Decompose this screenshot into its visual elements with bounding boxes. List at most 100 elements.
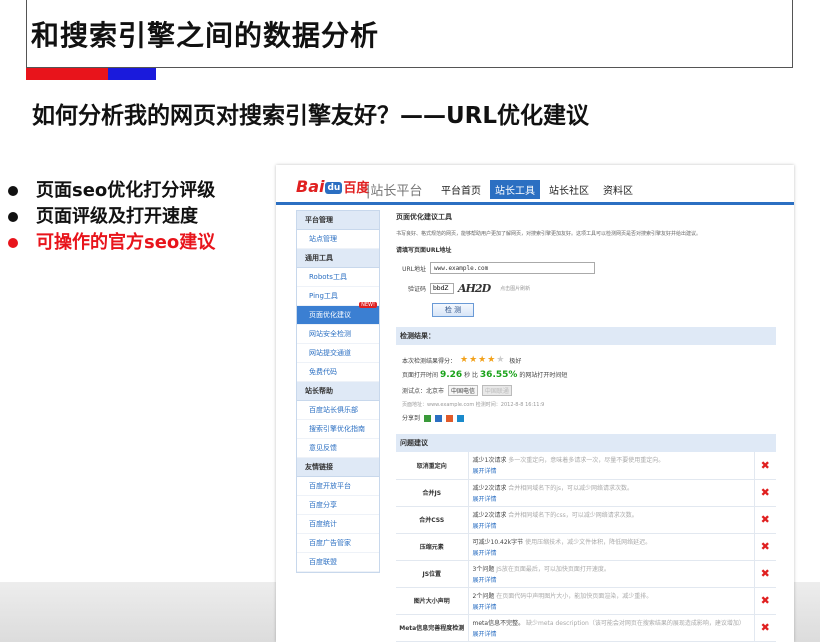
issue-summary: 可减少10.42k字节 xyxy=(472,538,524,546)
expand-details-link[interactable]: 展开详情 xyxy=(473,466,754,475)
error-x-icon: ✖ xyxy=(753,533,776,561)
bullet-list: 页面seo优化打分评级 页面评级及打开速度 可操作的官方seo建议 xyxy=(8,178,215,256)
expand-details-link[interactable]: 展开详情 xyxy=(473,629,754,638)
issue-description: 可减少10.42k字节 使用压缩技术，减少文件体积，降低网络延迟。展开详情 xyxy=(468,533,754,561)
nav-tools[interactable]: 站长工具 xyxy=(490,180,540,199)
nav-community[interactable]: 站长社区 xyxy=(544,180,594,199)
url-label: URL地址 xyxy=(402,265,426,273)
sidebar-item[interactable]: 网站提交通道 xyxy=(297,344,379,363)
sidebar-item[interactable]: 百度统计 xyxy=(297,515,379,534)
baidu-header: Bai du 百度 |站长平台 平台首页 站长工具 站长社区 资料区 xyxy=(276,165,794,205)
sidebar-item[interactable]: 站点管理 xyxy=(297,230,379,249)
url-row: URL地址 xyxy=(396,262,776,274)
issue-description: 减少2次请求 合并相同域名下的js，可以减少网络请求次数。 展开详情 xyxy=(468,479,754,507)
issue-name: Meta信息完善程度检测 xyxy=(396,614,469,642)
slide: 和搜索引擎之间的数据分析 如何分析我的网页对搜索引擎友好？——URL优化建议 页… xyxy=(0,0,820,642)
url-input[interactable] xyxy=(430,262,595,274)
score-label: 本次检测结果得分： xyxy=(402,357,457,365)
captcha-refresh-hint[interactable]: 点击图片刷新 xyxy=(500,285,530,292)
issues-table: 取消重定向 减少1次请求 多一次重定向，意味着多请求一次，尽量不要使用重定向。 展开… xyxy=(396,452,776,642)
baidu-logo[interactable]: Bai du 百度 xyxy=(296,177,369,196)
sidebar-section-title: 平台管理 xyxy=(297,211,379,230)
score-row: 本次检测结果得分： ★★★★★ 极好 xyxy=(402,355,770,365)
sidebar-item[interactable]: 百度开放平台 xyxy=(297,477,379,496)
sidebar-item[interactable]: 意见反馈 xyxy=(297,439,379,458)
expand-details-link[interactable]: 展开详情 xyxy=(473,521,754,530)
bullet-dot-icon xyxy=(8,186,18,196)
issue-description: 减少1次请求 多一次重定向，意味着多请求一次，尽量不要使用重定向。 展开详情 xyxy=(468,452,754,480)
embedded-screenshot: Bai du 百度 |站长平台 平台首页 站长工具 站长社区 资料区 平台管理 站点… xyxy=(276,165,794,642)
issue-detail: 多一次重定向，意味着多请求一次，尽量不要使用重定向。 xyxy=(508,457,665,465)
issue-detail: 在页面代码中声明图片大小，能加快页面渲染，减少重排。 xyxy=(496,592,653,600)
sidebar-item[interactable]: 网站安全检测 xyxy=(297,325,379,344)
issue-detail: JS放在页面最后，可以加快页面打开速度。 xyxy=(496,565,610,573)
sidebar-item-active[interactable]: 页面优化建议 NEW! xyxy=(297,302,379,325)
issue-name: 合并JS xyxy=(396,479,469,507)
result-heading: 检测结果： xyxy=(396,327,776,345)
sidebar-item[interactable]: 百度广告管家 xyxy=(297,534,379,553)
check-button[interactable]: 检 测 xyxy=(432,303,474,317)
isp-telecom-tab[interactable]: 中国电信 xyxy=(447,385,478,396)
speed-percent: 36.55% xyxy=(479,370,518,380)
sidebar: 平台管理 站点管理 通用工具 Robots工具 Ping工具 页面优化建议 NEW… xyxy=(296,210,380,573)
share-icon-2[interactable] xyxy=(434,415,442,422)
nav-home[interactable]: 平台首页 xyxy=(436,180,486,199)
tool-description: 书写良好、格式规范的网页，能够帮助用户更加了解网页，对搜索引擎更加友好。这项工具… xyxy=(396,231,702,237)
error-x-icon: ✖ xyxy=(753,614,776,642)
slide-title: 和搜索引擎之间的数据分析 xyxy=(31,19,380,52)
star-rating-icon: ★★★★★ xyxy=(460,355,506,365)
sidebar-item[interactable]: 百度站长俱乐部 xyxy=(297,401,379,420)
issue-detail: 合并相同域名下的css，可以减少网络请求次数。 xyxy=(508,511,638,519)
table-row: 合并JS 减少2次请求 合并相同域名下的js，可以减少网络请求次数。 展开详情 ✖ xyxy=(396,479,776,507)
error-x-icon: ✖ xyxy=(753,452,776,480)
rating-text: 极好 xyxy=(509,357,522,365)
issue-summary: 减少1次请求 xyxy=(472,457,507,465)
sidebar-item[interactable]: 免费代码 xyxy=(297,363,379,382)
table-row: Meta信息完善程度检测 meta信息不完整。 缺少meta descriptio… xyxy=(396,614,776,642)
isp-unicom-tab[interactable]: 中国联通 xyxy=(481,385,512,396)
result-body: 本次检测结果得分： ★★★★★ 极好 页面打开时间 9.26 秒 比 36.55… xyxy=(396,345,776,426)
bullet-dot-icon xyxy=(8,212,18,222)
page-address-line: 页面地址：www.example.com 检测时间：2012-8-8 16:11… xyxy=(402,402,545,408)
issue-detail: 合并相同域名下的js，可以减少网络请求次数。 xyxy=(508,484,634,492)
expand-details-link[interactable]: 展开详情 xyxy=(473,548,754,557)
issue-detail: 使用压缩技术，减少文件体积，降低网络延迟。 xyxy=(525,538,652,546)
issue-name: JS位置 xyxy=(396,560,469,588)
sidebar-section-title: 友情链接 xyxy=(297,458,379,477)
issue-summary: meta信息不完整。 xyxy=(472,619,525,627)
accent-bar-blue xyxy=(108,68,156,80)
share-line: 分享到 xyxy=(402,413,770,422)
issue-name: 取消重定向 xyxy=(396,452,469,480)
captcha-image[interactable]: AH2D xyxy=(458,282,491,295)
sidebar-item[interactable]: Robots工具 xyxy=(297,268,379,287)
share-icon-4[interactable] xyxy=(456,415,464,422)
captcha-label: 验证码 xyxy=(407,286,426,293)
form-heading: 请填写页面URL地址 xyxy=(396,247,452,254)
sidebar-item[interactable]: 搜索引擎优化指南 xyxy=(297,420,379,439)
issues-heading: 问题建议 xyxy=(396,434,776,452)
bullet-text: 可操作的官方seo建议 xyxy=(36,232,216,253)
test-point-line: 测试点：北京市 中国电信 中国联通 xyxy=(402,385,770,396)
issue-description: 3个问题 JS放在页面最后，可以加快页面打开速度。 展开详情 xyxy=(468,560,754,588)
bullet-item: 页面评级及打开速度 xyxy=(8,204,215,230)
sidebar-item[interactable]: 百度联盟 xyxy=(297,553,379,572)
table-row: 取消重定向 减少1次请求 多一次重定向，意味着多请求一次，尽量不要使用重定向。 展开… xyxy=(396,452,776,480)
title-box: 和搜索引擎之间的数据分析 xyxy=(26,0,793,68)
share-icon-1[interactable] xyxy=(423,415,431,422)
bullet-text: 页面seo优化打分评级 xyxy=(36,180,216,201)
error-x-icon: ✖ xyxy=(753,506,776,534)
captcha-row: 验证码 AH2D 点击图片刷新 xyxy=(396,282,776,295)
expand-details-link[interactable]: 展开详情 xyxy=(473,602,754,611)
expand-details-link[interactable]: 展开详情 xyxy=(473,494,754,503)
share-icon-3[interactable] xyxy=(445,415,453,422)
expand-details-link[interactable]: 展开详情 xyxy=(473,575,754,584)
slide-subtitle: 如何分析我的网页对搜索引擎友好？——URL优化建议 xyxy=(32,103,590,129)
captcha-input[interactable] xyxy=(430,283,454,294)
speed-line: 页面打开时间 9.26 秒 比 36.55% 的网站打开时间短 xyxy=(402,370,568,380)
bullet-dot-icon xyxy=(8,238,18,248)
error-x-icon: ✖ xyxy=(753,587,776,615)
sidebar-section-title: 站长帮助 xyxy=(297,382,379,401)
nav-resources[interactable]: 资料区 xyxy=(598,180,638,199)
sidebar-item[interactable]: 百度分享 xyxy=(297,496,379,515)
main-panel: 页面优化建议工具 书写良好、格式规范的网页，能够帮助用户更加了解网页，对搜索引擎… xyxy=(396,210,776,642)
